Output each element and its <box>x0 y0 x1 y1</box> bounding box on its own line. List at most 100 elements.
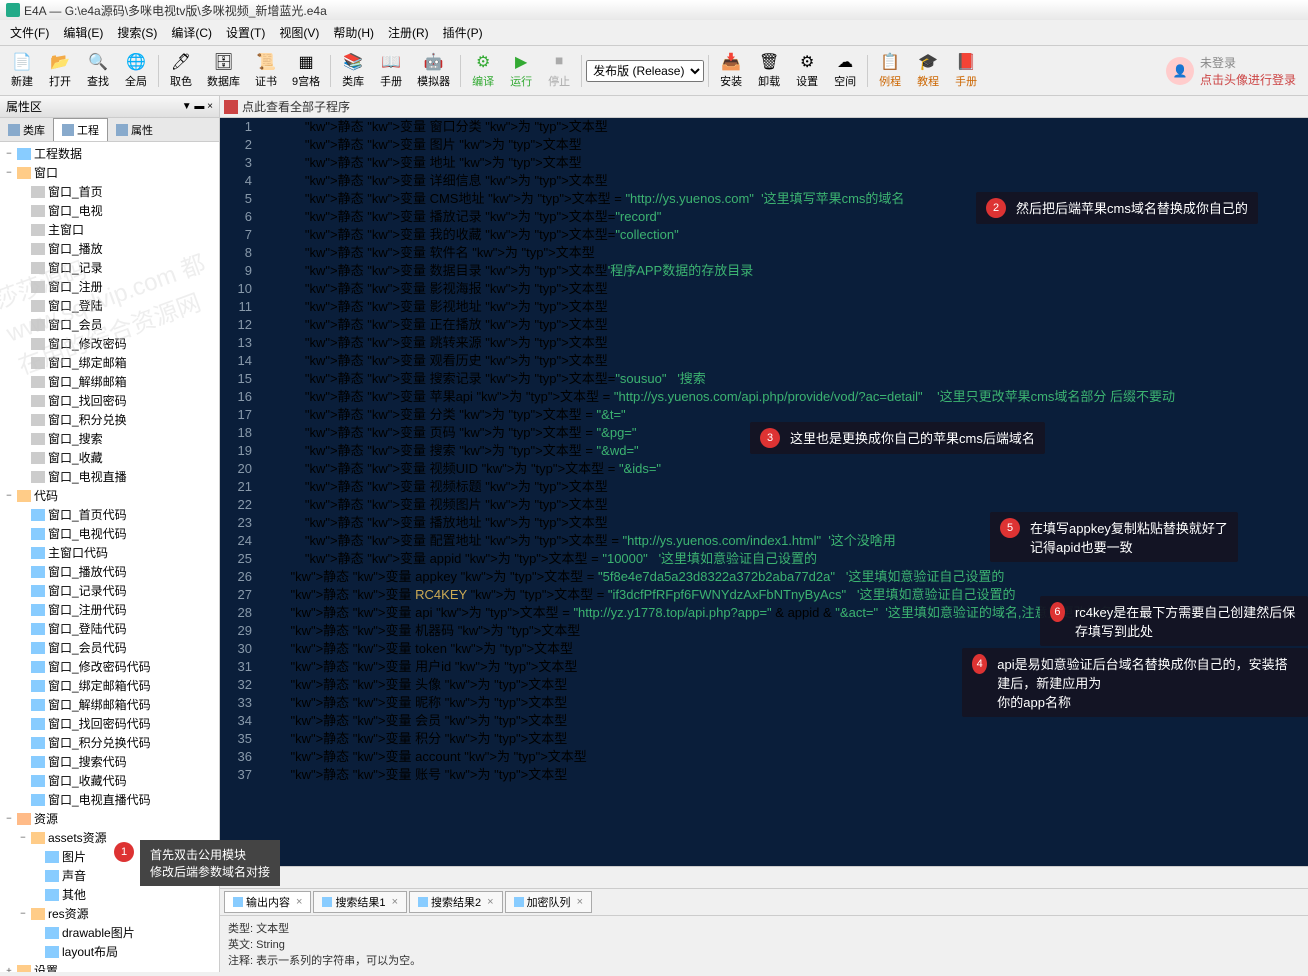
code-content[interactable]: "kw">静态 "kw">变量 跳转来源 "kw">为 "typ">文本型 <box>260 334 1308 352</box>
code-content[interactable]: "kw">静态 "kw">变量 软件名 "kw">为 "typ">文本型 <box>260 244 1308 262</box>
tree-item[interactable]: −资源 <box>2 809 217 828</box>
code-line[interactable]: 10 "kw">静态 "kw">变量 影视海报 "kw">为 "typ">文本型 <box>220 280 1308 298</box>
expand-icon[interactable]: − <box>4 149 14 159</box>
code-line[interactable]: 16 "kw">静态 "kw">变量 苹果api "kw">为 "typ">文本… <box>220 388 1308 406</box>
tree-item[interactable]: 窗口_首页代码 <box>2 505 217 524</box>
toolbar-button[interactable]: 🌐全局 <box>118 50 154 91</box>
bottom-tab[interactable]: 搜索结果2× <box>409 891 503 913</box>
tree-item[interactable]: 窗口_搜索 <box>2 429 217 448</box>
menu-item[interactable]: 编辑(E) <box>57 22 109 43</box>
tree-item[interactable]: 窗口_修改密码代码 <box>2 657 217 676</box>
tree-item[interactable]: 窗口_解绑邮箱 <box>2 372 217 391</box>
toolbar-button[interactable]: ▦9宫格 <box>286 50 326 91</box>
tree-item[interactable]: −窗口 <box>2 163 217 182</box>
tree-item[interactable]: 窗口_注册代码 <box>2 600 217 619</box>
code-line[interactable]: 9 "kw">静态 "kw">变量 数据目录 "kw">为 "typ">文本型'… <box>220 262 1308 280</box>
code-line[interactable]: 26 "kw">静态 "kw">变量 appkey "kw">为 "typ">文… <box>220 568 1308 586</box>
code-line[interactable]: 2 "kw">静态 "kw">变量 图片 "kw">为 "typ">文本型 <box>220 136 1308 154</box>
toolbar-button[interactable]: 🔍查找 <box>80 50 116 91</box>
code-line[interactable]: 20 "kw">静态 "kw">变量 视频UID "kw">为 "typ">文本… <box>220 460 1308 478</box>
toolbar-button[interactable]: 🤖模拟器 <box>411 50 456 91</box>
tree-item[interactable]: 窗口_收藏 <box>2 448 217 467</box>
tree-item[interactable]: 窗口_绑定邮箱代码 <box>2 676 217 695</box>
close-icon[interactable]: × <box>296 896 302 908</box>
bottom-tab[interactable]: 搜索结果1× <box>313 891 407 913</box>
tree-item[interactable]: 窗口_首页 <box>2 182 217 201</box>
tree-item[interactable]: 窗口_记录代码 <box>2 581 217 600</box>
tree-item[interactable]: 窗口_解绑邮箱代码 <box>2 695 217 714</box>
left-tab[interactable]: 属性 <box>108 118 161 141</box>
toolbar-button[interactable]: 📜证书 <box>248 50 284 91</box>
code-content[interactable]: "kw">静态 "kw">变量 appkey "kw">为 "typ">文本型 … <box>260 568 1308 586</box>
bottom-tab[interactable]: 输出内容× <box>224 891 311 913</box>
menu-item[interactable]: 插件(P) <box>437 22 489 43</box>
menu-item[interactable]: 搜索(S) <box>111 22 163 43</box>
tree-item[interactable]: 窗口_电视直播代码 <box>2 790 217 809</box>
login-link[interactable]: 点击头像进行登录 <box>1200 71 1296 88</box>
expand-icon[interactable]: − <box>4 491 14 501</box>
tree-item[interactable]: 窗口_登陆代码 <box>2 619 217 638</box>
editor-tab-label[interactable]: 点此查看全部子程序 <box>242 98 350 115</box>
code-line[interactable]: 1 "kw">静态 "kw">变量 窗口分类 "kw">为 "typ">文本型 <box>220 118 1308 136</box>
tree-item[interactable]: 窗口_电视直播 <box>2 467 217 486</box>
menu-item[interactable]: 注册(R) <box>382 22 435 43</box>
tree-item[interactable]: 主窗口代码 <box>2 543 217 562</box>
tree-item[interactable]: +设置 <box>2 961 217 972</box>
code-content[interactable]: "kw">静态 "kw">变量 正在播放 "kw">为 "typ">文本型 <box>260 316 1308 334</box>
tree-item[interactable]: 窗口_搜索代码 <box>2 752 217 771</box>
toolbar-button[interactable]: ▶运行 <box>503 50 539 91</box>
code-content[interactable]: "kw">静态 "kw">变量 苹果api "kw">为 "typ">文本型 =… <box>260 388 1308 406</box>
tree-item[interactable]: 窗口_找回密码 <box>2 391 217 410</box>
code-content[interactable]: "kw">静态 "kw">变量 积分 "kw">为 "typ">文本型 <box>260 730 1308 748</box>
close-icon[interactable]: × <box>392 896 398 908</box>
tree-item[interactable]: 窗口_会员代码 <box>2 638 217 657</box>
bottom-tab[interactable]: 加密队列× <box>505 891 592 913</box>
build-mode-dropdown[interactable]: 发布版 (Release) <box>586 60 704 82</box>
tree-item[interactable]: 窗口_播放 <box>2 239 217 258</box>
code-content[interactable]: "kw">静态 "kw">变量 图片 "kw">为 "typ">文本型 <box>260 136 1308 154</box>
code-editor[interactable]: 1 "kw">静态 "kw">变量 窗口分类 "kw">为 "typ">文本型2… <box>220 118 1308 866</box>
panel-controls[interactable]: ▼ ▬ × <box>182 101 213 112</box>
expand-icon[interactable]: − <box>18 833 28 843</box>
left-tab[interactable]: 工程 <box>53 118 108 141</box>
menu-item[interactable]: 设置(T) <box>220 22 271 43</box>
toolbar-button[interactable]: 📖手册 <box>373 50 409 91</box>
code-line[interactable]: 4 "kw">静态 "kw">变量 详细信息 "kw">为 "typ">文本型 <box>220 172 1308 190</box>
tree-item[interactable]: 窗口_电视 <box>2 201 217 220</box>
expand-icon[interactable]: − <box>4 168 14 178</box>
code-content[interactable]: "kw">静态 "kw">变量 观看历史 "kw">为 "typ">文本型 <box>260 352 1308 370</box>
code-content[interactable]: "kw">静态 "kw">变量 搜索记录 "kw">为 "typ">文本型="s… <box>260 370 1308 388</box>
menu-item[interactable]: 文件(F) <box>4 22 55 43</box>
expand-icon[interactable]: + <box>4 966 14 973</box>
code-line[interactable]: 3 "kw">静态 "kw">变量 地址 "kw">为 "typ">文本型 <box>220 154 1308 172</box>
tree-item[interactable]: 窗口_电视代码 <box>2 524 217 543</box>
toolbar-button[interactable]: ⚙编译 <box>465 50 501 91</box>
tree-item[interactable]: 窗口_登陆 <box>2 296 217 315</box>
code-content[interactable]: "kw">静态 "kw">变量 窗口分类 "kw">为 "typ">文本型 <box>260 118 1308 136</box>
code-line[interactable]: 13 "kw">静态 "kw">变量 跳转来源 "kw">为 "typ">文本型 <box>220 334 1308 352</box>
code-line[interactable]: 21 "kw">静态 "kw">变量 视频标题 "kw">为 "typ">文本型 <box>220 478 1308 496</box>
code-line[interactable]: 14 "kw">静态 "kw">变量 观看历史 "kw">为 "typ">文本型 <box>220 352 1308 370</box>
code-content[interactable]: "kw">静态 "kw">变量 影视地址 "kw">为 "typ">文本型 <box>260 298 1308 316</box>
tree-item[interactable]: 窗口_会员 <box>2 315 217 334</box>
expand-icon[interactable]: − <box>4 814 14 824</box>
toolbar-button[interactable]: ⚙设置 <box>789 50 825 91</box>
tree-item[interactable]: 窗口_积分兑换 <box>2 410 217 429</box>
tree-item[interactable]: −res资源 <box>2 904 217 923</box>
code-line[interactable]: 37 "kw">静态 "kw">变量 账号 "kw">为 "typ">文本型 <box>220 766 1308 784</box>
toolbar-button[interactable]: 📚类库 <box>335 50 371 91</box>
toolbar-button[interactable]: 🎓教程 <box>910 50 946 91</box>
code-line[interactable]: 7 "kw">静态 "kw">变量 我的收藏 "kw">为 "typ">文本型=… <box>220 226 1308 244</box>
code-content[interactable]: "kw">静态 "kw">变量 视频标题 "kw">为 "typ">文本型 <box>260 478 1308 496</box>
tree-item[interactable]: drawable图片 <box>2 923 217 942</box>
tree-item[interactable]: 其他 <box>2 885 217 904</box>
tree-item[interactable]: 窗口_积分兑换代码 <box>2 733 217 752</box>
left-tab[interactable]: 类库 <box>0 118 53 141</box>
tree-item[interactable]: 窗口_找回密码代码 <box>2 714 217 733</box>
close-icon[interactable]: × <box>577 896 583 908</box>
tree-item[interactable]: −工程数据 <box>2 144 217 163</box>
tree-item[interactable]: 窗口_绑定邮箱 <box>2 353 217 372</box>
code-content[interactable]: "kw">静态 "kw">变量 数据目录 "kw">为 "typ">文本型'程序… <box>260 262 1308 280</box>
code-line[interactable]: 8 "kw">静态 "kw">变量 软件名 "kw">为 "typ">文本型 <box>220 244 1308 262</box>
avatar[interactable]: 👤 <box>1166 57 1194 85</box>
